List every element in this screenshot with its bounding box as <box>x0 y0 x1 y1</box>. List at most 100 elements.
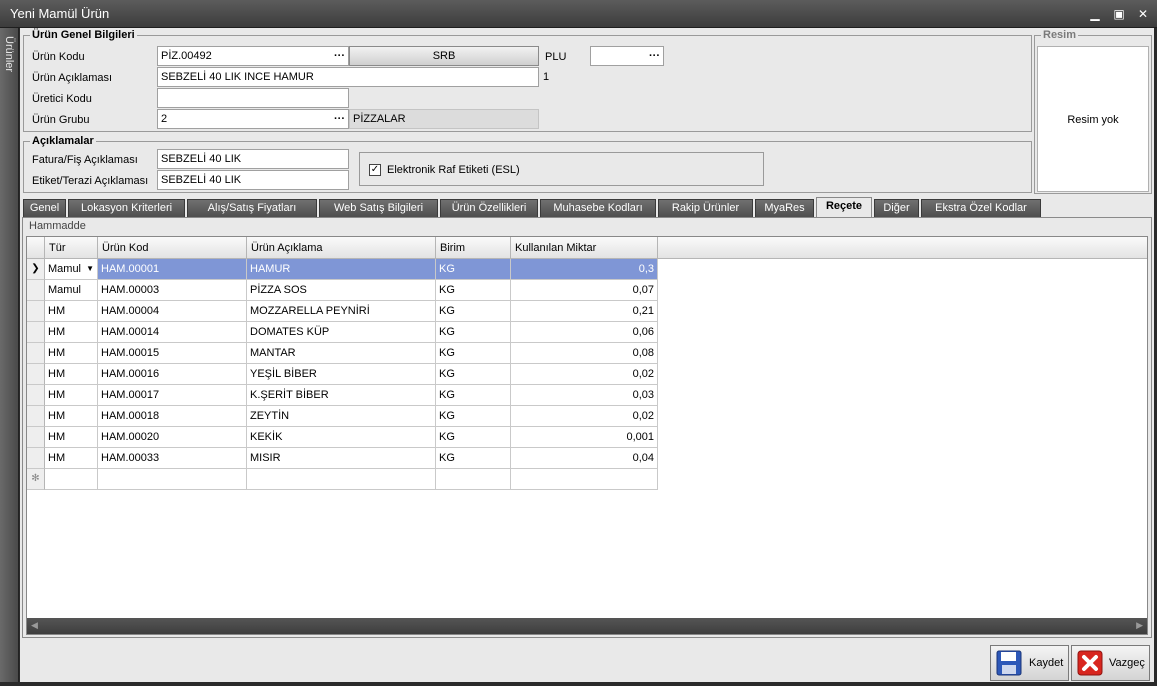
save-button[interactable]: Kaydet <box>990 645 1069 681</box>
cell-birim[interactable]: KG <box>436 448 511 469</box>
aciklama-field[interactable]: SEBZELİ 40 LIK INCE HAMUR <box>157 67 539 87</box>
cell-aciklama[interactable]: MANTAR <box>247 343 436 364</box>
cell-birim[interactable]: KG <box>436 427 511 448</box>
cell-aciklama[interactable]: HAMUR <box>247 259 436 280</box>
cell-kod[interactable]: HAM.00033 <box>98 448 247 469</box>
cell-kod[interactable]: HAM.00016 <box>98 364 247 385</box>
plu-lookup-icon[interactable]: ··· <box>649 47 660 65</box>
col-header-miktar[interactable]: Kullanılan Miktar <box>511 237 658 259</box>
dropdown-arrow-icon[interactable]: ▼ <box>86 259 94 279</box>
row-indicator[interactable] <box>27 301 45 322</box>
cell-birim[interactable]: KG <box>436 280 511 301</box>
row-indicator-current[interactable]: ❯ <box>27 259 45 280</box>
cell-kod[interactable]: HAM.00015 <box>98 343 247 364</box>
minimize-icon[interactable]: ▁ <box>1086 6 1104 22</box>
urun-kodu-lookup-icon[interactable]: ··· <box>334 47 345 65</box>
tab-urun-ozellikleri[interactable]: Ürün Özellikleri <box>440 199 538 217</box>
tab-myares[interactable]: MyaRes <box>755 199 814 217</box>
cell-birim[interactable]: KG <box>436 406 511 427</box>
cell-miktar[interactable]: 0,02 <box>511 406 658 427</box>
tab-lokasyon[interactable]: Lokasyon Kriterleri <box>68 199 185 217</box>
srb-button[interactable]: SRB <box>349 46 539 66</box>
cell-miktar[interactable]: 0,04 <box>511 448 658 469</box>
tab-ekstra[interactable]: Ekstra Özel Kodlar <box>921 199 1041 217</box>
cell-kod[interactable]: HAM.00003 <box>98 280 247 301</box>
new-row-cell[interactable] <box>436 469 511 490</box>
new-row-cell[interactable] <box>45 469 98 490</box>
tab-muhasebe[interactable]: Muhasebe Kodları <box>540 199 656 217</box>
cell-miktar[interactable]: 0,07 <box>511 280 658 301</box>
plu-field[interactable]: ··· <box>590 46 664 66</box>
cell-kod[interactable]: HAM.00018 <box>98 406 247 427</box>
fatura-field[interactable]: SEBZELİ 40 LIK <box>157 149 349 169</box>
cell-miktar[interactable]: 0,001 <box>511 427 658 448</box>
side-tab-urunler[interactable]: Ürünler <box>0 28 19 682</box>
cancel-button[interactable]: Vazgeç <box>1071 645 1150 681</box>
row-indicator[interactable] <box>27 385 45 406</box>
cell-miktar[interactable]: 0,02 <box>511 364 658 385</box>
row-indicator[interactable] <box>27 280 45 301</box>
new-row-cell[interactable] <box>247 469 436 490</box>
cell-aciklama[interactable]: K.ŞERİT BİBER <box>247 385 436 406</box>
cell-tur[interactable]: HM <box>45 322 98 343</box>
tab-rakip[interactable]: Rakip Ürünler <box>658 199 753 217</box>
cell-birim[interactable]: KG <box>436 364 511 385</box>
cell-tur[interactable]: HM <box>45 343 98 364</box>
row-indicator[interactable] <box>27 448 45 469</box>
uretici-field[interactable] <box>157 88 349 108</box>
cell-tur[interactable]: HM <box>45 406 98 427</box>
cell-kod[interactable]: HAM.00017 <box>98 385 247 406</box>
cell-miktar[interactable]: 0,3 <box>511 259 658 280</box>
cell-tur[interactable]: HM <box>45 301 98 322</box>
grup-field[interactable]: 2 ··· <box>157 109 349 129</box>
cell-aciklama[interactable]: KEKİK <box>247 427 436 448</box>
scroll-right-icon[interactable]: ▶ <box>1136 620 1143 631</box>
cell-aciklama[interactable]: DOMATES KÜP <box>247 322 436 343</box>
cell-aciklama[interactable]: PİZZA SOS <box>247 280 436 301</box>
cell-kod[interactable]: HAM.00001 <box>98 259 247 280</box>
close-icon[interactable]: ✕ <box>1134 6 1152 22</box>
cell-miktar[interactable]: 0,06 <box>511 322 658 343</box>
row-indicator[interactable] <box>27 322 45 343</box>
col-header-birim[interactable]: Birim <box>436 237 511 259</box>
cell-tur[interactable]: HM <box>45 427 98 448</box>
cell-kod[interactable]: HAM.00020 <box>98 427 247 448</box>
cell-miktar[interactable]: 0,03 <box>511 385 658 406</box>
cell-aciklama[interactable]: MOZZARELLA PEYNİRİ <box>247 301 436 322</box>
cell-tur[interactable]: Mamul <box>45 280 98 301</box>
cell-birim[interactable]: KG <box>436 301 511 322</box>
cell-birim[interactable]: KG <box>436 322 511 343</box>
tab-diger[interactable]: Diğer <box>874 199 919 217</box>
cell-kod[interactable]: HAM.00014 <box>98 322 247 343</box>
row-indicator[interactable] <box>27 364 45 385</box>
row-indicator[interactable] <box>27 343 45 364</box>
row-indicator[interactable] <box>27 427 45 448</box>
horizontal-scrollbar[interactable]: ◀ ▶ <box>27 618 1147 634</box>
cell-aciklama[interactable]: YEŞİL BİBER <box>247 364 436 385</box>
cell-birim[interactable]: KG <box>436 385 511 406</box>
cell-tur[interactable]: HM <box>45 385 98 406</box>
col-header-tur[interactable]: Tür <box>45 237 98 259</box>
cell-aciklama[interactable]: ZEYTİN <box>247 406 436 427</box>
new-row-cell[interactable] <box>511 469 658 490</box>
resim-preview[interactable]: Resim yok <box>1037 46 1149 192</box>
cell-aciklama[interactable]: MISIR <box>247 448 436 469</box>
urun-kodu-field[interactable]: PİZ.00492 ··· <box>157 46 349 66</box>
scroll-left-icon[interactable]: ◀ <box>31 620 38 631</box>
maximize-icon[interactable]: ▣ <box>1110 6 1128 22</box>
esl-checkbox[interactable]: ✓ <box>369 164 381 176</box>
cell-birim[interactable]: KG <box>436 259 511 280</box>
new-row-cell[interactable] <box>98 469 247 490</box>
grup-lookup-icon[interactable]: ··· <box>334 110 345 128</box>
cell-miktar[interactable]: 0,08 <box>511 343 658 364</box>
tab-genel[interactable]: Genel <box>23 199 66 217</box>
col-header-aciklama[interactable]: Ürün Açıklama <box>247 237 436 259</box>
cell-miktar[interactable]: 0,21 <box>511 301 658 322</box>
new-row-icon[interactable]: ✻ <box>27 469 45 490</box>
tab-web-satis[interactable]: Web Satış Bilgileri <box>319 199 438 217</box>
etiket-field[interactable]: SEBZELİ 40 LIK <box>157 170 349 190</box>
cell-kod[interactable]: HAM.00004 <box>98 301 247 322</box>
cell-birim[interactable]: KG <box>436 343 511 364</box>
cell-tur[interactable]: HM <box>45 448 98 469</box>
col-header-kod[interactable]: Ürün Kod <box>98 237 247 259</box>
